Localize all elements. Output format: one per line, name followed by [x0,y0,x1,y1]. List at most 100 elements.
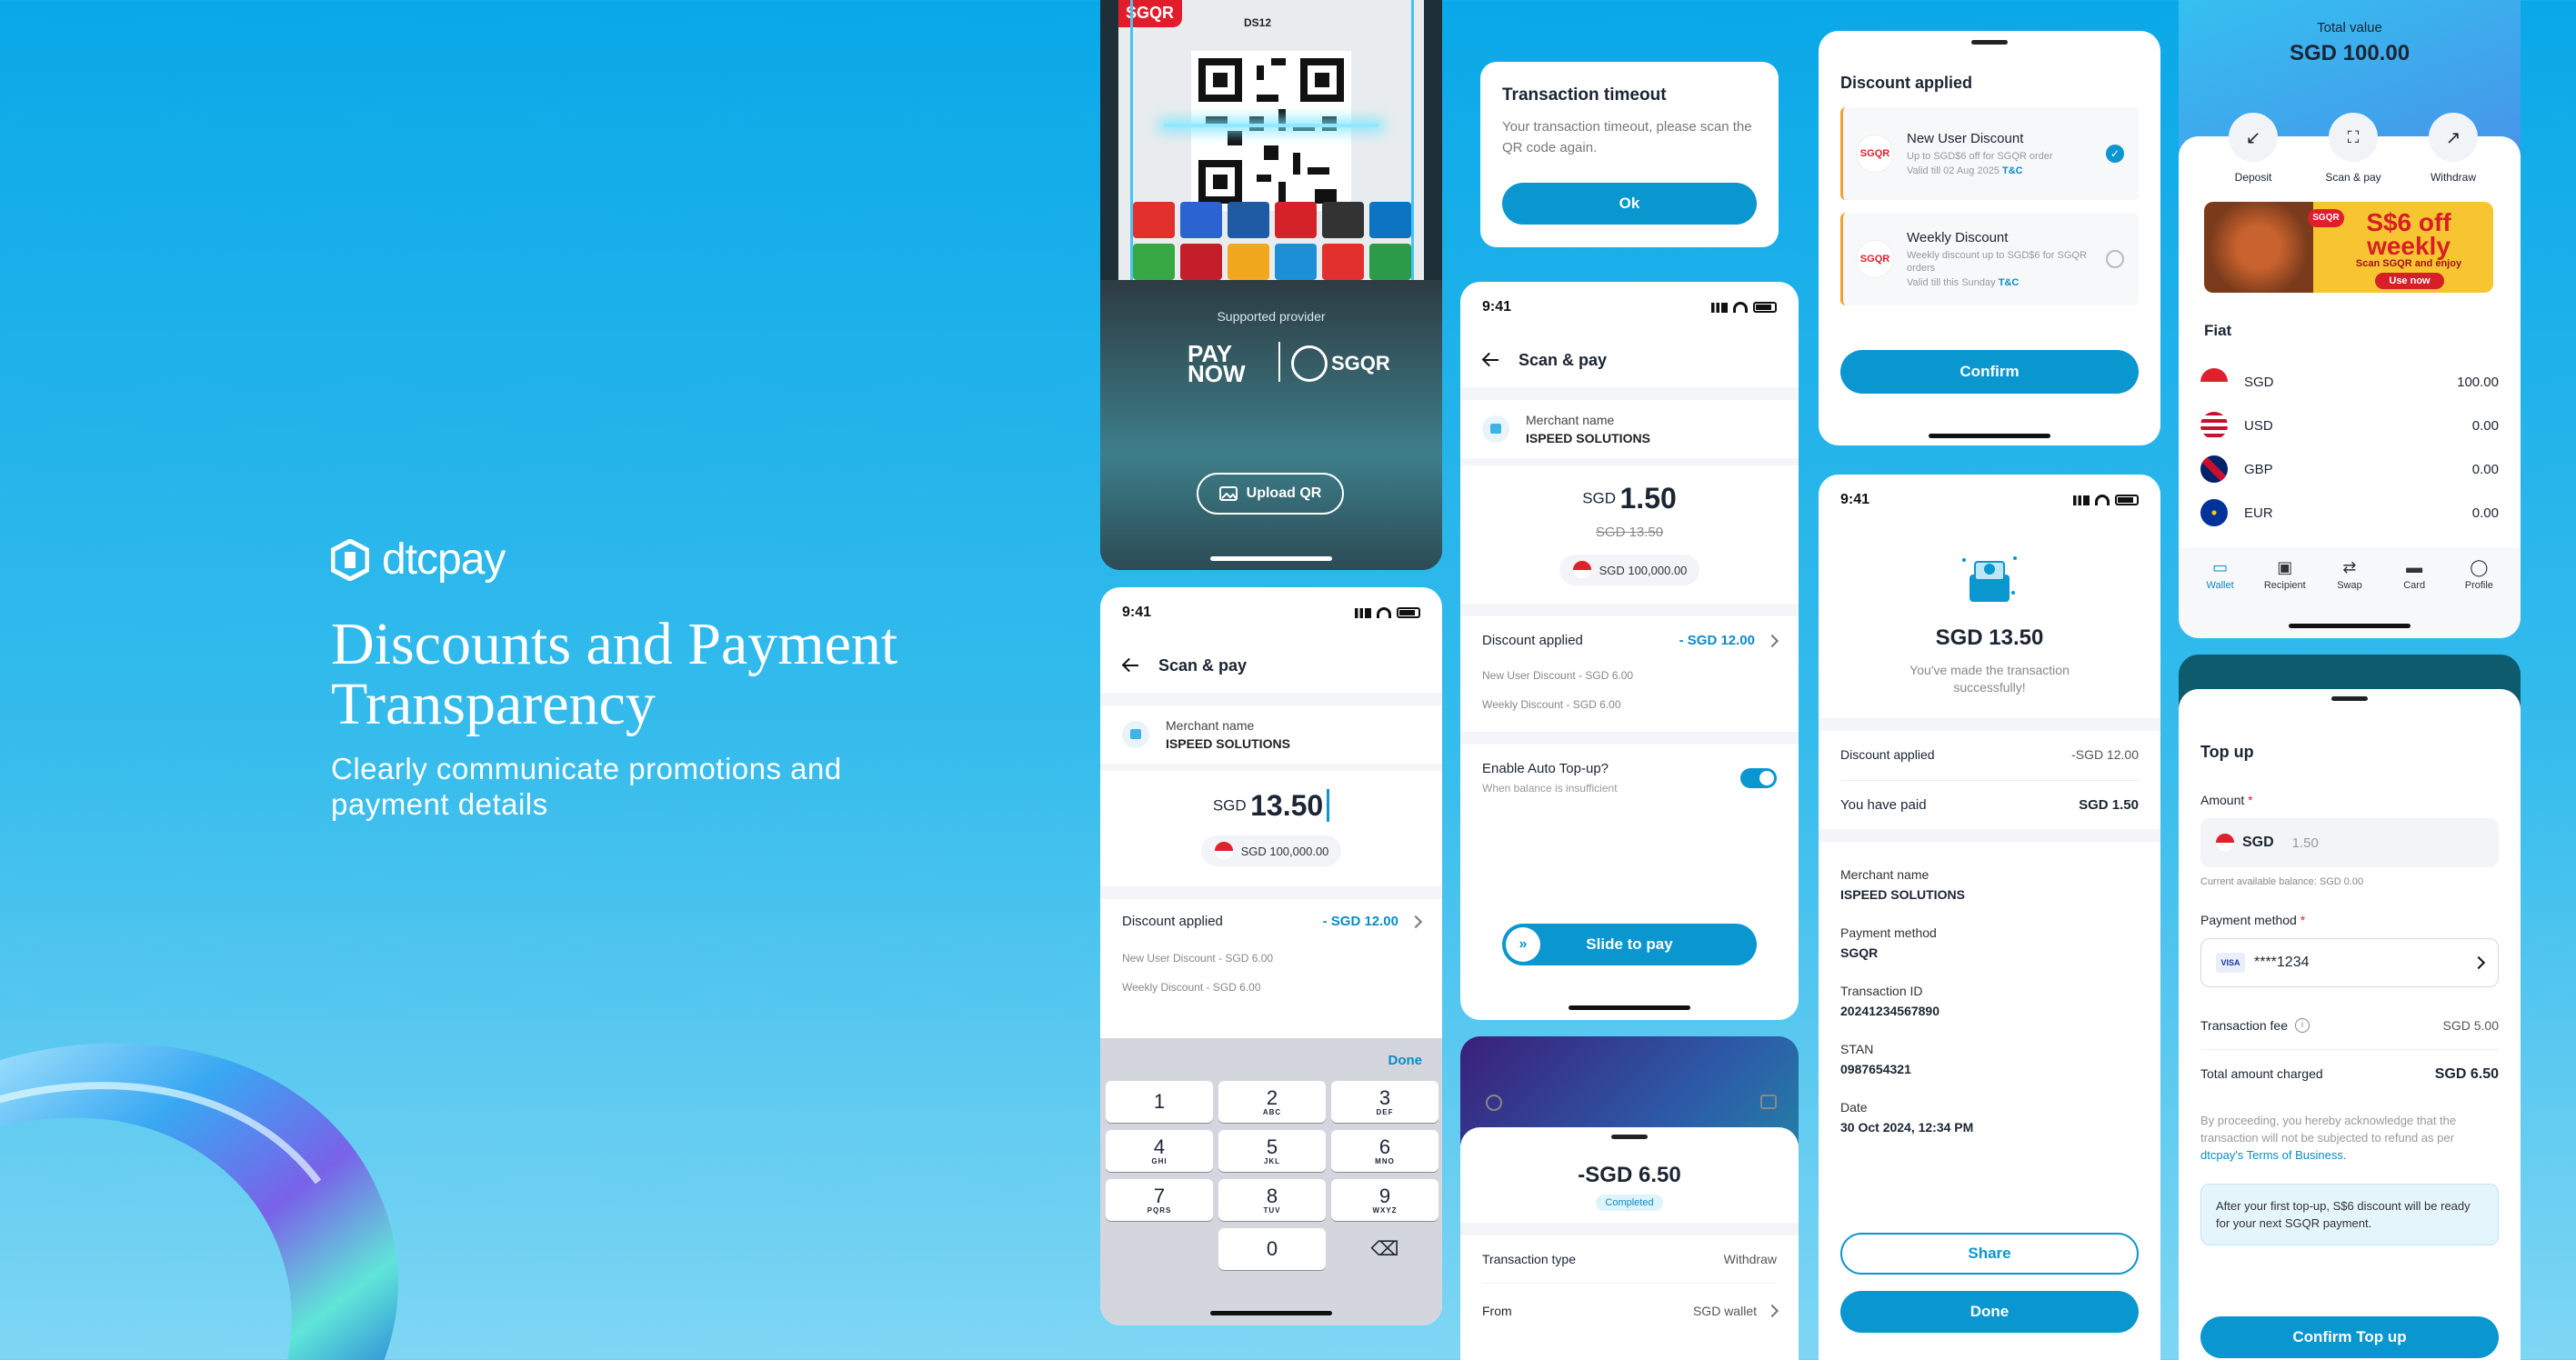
auto-topup-toggle[interactable] [1740,767,1777,788]
status-time: 9:41 [1840,492,1870,507]
balance-chip: SGD 100,000.00 [1559,555,1700,585]
field-label: Merchant name [1840,867,1929,882]
keypad-key-3[interactable]: 3 DEF [1331,1081,1438,1123]
discount-desc: Weekly discount up to SGD$6 for SGQR ord… [1907,250,2087,274]
keypad-key-5[interactable]: 5 JKL [1218,1130,1326,1172]
tab-label: Wallet [2206,580,2234,591]
mail-icon[interactable] [1760,1095,1777,1109]
tab-card[interactable]: ▬ Card [2385,558,2443,591]
upload-qr-button[interactable]: Upload QR [1197,473,1344,515]
chevron-right-icon [1408,915,1423,928]
store-icon [1482,415,1509,443]
receipt-discount-row: Discount applied -SGD 12.00 [1819,747,2160,762]
page-title: Scan & pay [1158,655,1248,675]
keypad-key-1[interactable]: 1 [1106,1081,1213,1123]
recipient-tab-icon: ▣ [2277,558,2293,576]
confirm-discount-button[interactable]: Confirm [1840,350,2139,394]
confirm-topup-button[interactable]: Confirm Top up [2200,1316,2499,1358]
terms-link[interactable]: dtcpay's Terms of Business. [2200,1148,2346,1162]
info-icon[interactable]: i [2294,1018,2310,1033]
currency-row[interactable]: USD 0.00 [2200,404,2499,447]
discount-option[interactable]: SGQR New User Discount Up to SGD$6 off for… [1840,107,2139,200]
sheet-handle[interactable] [1611,1135,1648,1139]
tab-swap[interactable]: ⇄ Swap [2320,558,2379,591]
tc-link[interactable]: T&C [2002,165,2023,176]
slide-handle-icon[interactable]: » [1506,927,1540,962]
amount-placeholder: 1.50 [2291,835,2319,851]
keypad-key-7[interactable]: 7 PQRS [1106,1179,1213,1221]
currency-value: 0.00 [2471,505,2499,521]
scan-pay-action[interactable]: ⛶ Scan & pay [2317,113,2390,184]
checkmark-icon[interactable]: ✓ [2106,145,2124,163]
keypad-key-4[interactable]: 4 GHI [1106,1130,1213,1172]
promo-subtitle: Scan SGQR and enjoy [2355,258,2462,269]
total-row: Total amount charged SGD 6.50 [2179,1066,2521,1083]
keypad-done-button[interactable]: Done [1100,1038,1442,1068]
keypad-key-2[interactable]: 2 ABC [1218,1081,1326,1123]
deposit-action[interactable]: ↙ Deposit [2217,113,2290,184]
discount-option[interactable]: SGQR Weekly Discount Weekly discount up to… [1840,213,2139,305]
share-button[interactable]: Share [1840,1233,2139,1275]
back-arrow-icon[interactable] [1122,657,1138,674]
currency-row[interactable]: EUR 0.00 [2200,491,2499,535]
image-icon [1218,486,1238,501]
discount-label: Discount applied [1482,633,1583,648]
discount-name: New User Discount [1907,131,2024,146]
tab-wallet[interactable]: ▭ Wallet [2191,558,2250,591]
discount-row[interactable]: Discount applied - SGD 12.00 [1460,633,1799,648]
fee-value: SGD 5.00 [2442,1018,2499,1033]
currency-row[interactable]: SGD 100.00 [2200,360,2499,404]
keypad-key-0[interactable]: 0 [1218,1228,1326,1270]
keypad-key-6[interactable]: 6 MNO [1331,1130,1438,1172]
discount-valid: Valid till this Sunday [1907,277,1996,288]
keypad-key-9[interactable]: 9 WXYZ [1331,1179,1438,1221]
backspace-icon[interactable]: ⌫ [1331,1228,1438,1270]
supported-provider-label: Supported provider [1217,309,1326,324]
scan-pay-slide-screen: 9:41 Scan & pay Merchant name ISPEED SOL… [1460,282,1799,1020]
tc-link[interactable]: T&C [1999,277,2020,288]
use-now-button[interactable]: Use now [2375,273,2444,289]
currency-code: SGD [2244,374,2274,390]
tab-label: Card [2403,580,2426,591]
fee-row: Transaction fee i SGD 5.00 [2179,1018,2521,1033]
receipt-message: You've made the transaction successfully… [1909,663,2070,695]
currency-code: USD [2244,417,2273,434]
bell-icon[interactable] [1486,1095,1502,1111]
ok-button[interactable]: Ok [1502,183,1757,225]
currency-value: 0.00 [2471,461,2499,477]
discount-valid: Valid till 02 Aug 2025 [1907,165,2000,176]
back-arrow-icon[interactable] [1482,352,1498,368]
done-button[interactable]: Done [1840,1291,2139,1333]
total-value-label: Total value [2317,20,2382,35]
withdraw-action[interactable]: ↗ Withdraw [2417,113,2490,184]
field-label: Payment method [1840,925,1937,940]
payment-method-select[interactable]: VISA ****1234 [2200,938,2499,987]
from-row[interactable]: From SGD wallet [1460,1304,1799,1318]
wallet-tab-icon: ▭ [2212,558,2229,576]
keypad-key-8[interactable]: 8 TUV [1218,1179,1326,1221]
signal-icon [1711,302,1728,313]
chevron-right-icon [1765,634,1779,647]
paid-label: You have paid [1840,797,1927,813]
swap-tab-icon: ⇄ [2342,558,2357,576]
amount-input[interactable]: 13.50 [1250,789,1330,822]
fee-label: Transaction fee [2200,1018,2288,1033]
discount-row[interactable]: Discount applied - SGD 12.00 [1100,914,1442,929]
total-label: Total amount charged [2200,1066,2323,1081]
hero-title: Discounts and Payment Transparency [331,611,898,737]
amount-field[interactable]: SGD 1.50 [2200,818,2499,867]
sgd-flag-icon [2200,368,2228,395]
currency-row[interactable]: GBP 0.00 [2200,447,2499,491]
promo-banner[interactable]: SGQR S$6 off weekly Scan SGQR and enjoy … [2204,202,2493,293]
scan-pay-label: Scan & pay [2325,171,2381,184]
slide-to-pay[interactable]: » Slide to pay [1502,924,1757,965]
tab-recipient[interactable]: ▣ Recipient [2256,558,2314,591]
original-amount: SGD 13.50 [1595,525,1664,540]
home-indicator [1210,1311,1332,1315]
battery-icon [2115,495,2139,505]
auto-topup-row: Enable Auto Top-up? When balance is insu… [1460,745,1799,795]
keypad-blank [1106,1228,1213,1270]
qr-scanner-screen: SGQR DS12 Supported provider PAY NOW SGQ… [1100,0,1442,570]
tab-profile[interactable]: ◯ Profile [2450,558,2508,591]
radio-empty-icon[interactable] [2106,250,2124,268]
